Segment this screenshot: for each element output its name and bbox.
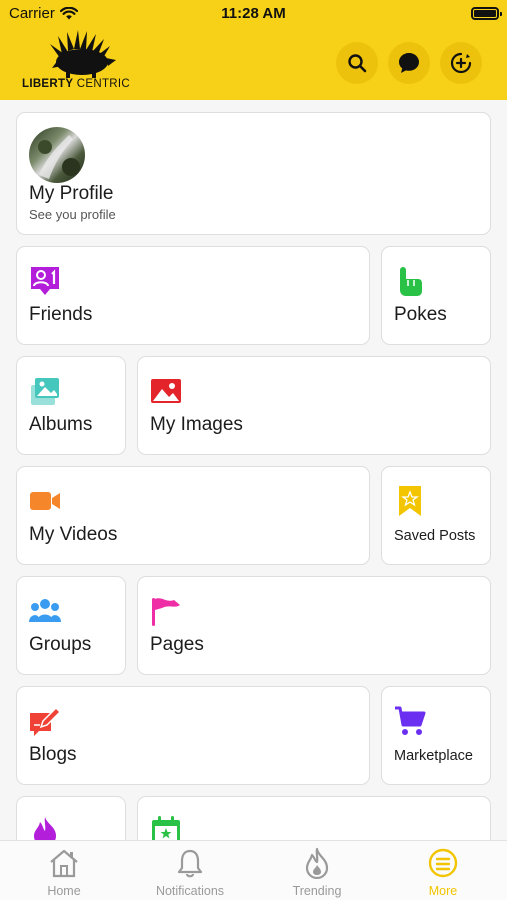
- bell-icon: [177, 849, 203, 878]
- pages-card[interactable]: Pages: [137, 576, 491, 675]
- albums-label: Albums: [29, 414, 93, 435]
- pages-label: Pages: [150, 634, 204, 655]
- my-videos-card[interactable]: My Videos: [16, 466, 370, 565]
- albums-icon: [31, 378, 59, 405]
- calendar-icon: [152, 816, 180, 840]
- search-button[interactable]: [336, 42, 378, 84]
- profile-title: My Profile: [29, 183, 114, 204]
- groups-label: Groups: [29, 634, 92, 655]
- friends-card[interactable]: Friends: [16, 246, 370, 345]
- saved-posts-card[interactable]: Saved Posts: [381, 466, 491, 565]
- tab-notifications[interactable]: Notifications: [140, 841, 240, 900]
- pokes-card[interactable]: Pokes: [381, 246, 491, 345]
- image-icon: [151, 379, 181, 403]
- liberty-centric-logo[interactable]: LIBERTY CENTRIC: [22, 30, 142, 95]
- bookmark-star-icon: [399, 486, 421, 516]
- saved-posts-label: Saved Posts: [394, 528, 476, 544]
- bottom-tab-bar: Home Notifications Trending More: [0, 840, 507, 900]
- my-images-card[interactable]: My Images: [137, 356, 491, 455]
- groups-icon: [29, 599, 61, 622]
- blogs-card[interactable]: Blogs: [16, 686, 370, 785]
- chat-button[interactable]: [388, 42, 430, 84]
- tab-notifications-label: Notifications: [155, 884, 225, 898]
- pokes-label: Pokes: [394, 304, 447, 325]
- marketplace-label: Marketplace: [394, 748, 473, 764]
- pointing-hand-icon: [400, 267, 422, 296]
- tab-trending-label: Trending: [292, 884, 342, 898]
- more-menu-icon: [428, 848, 458, 878]
- menu-card-partial-right[interactable]: [137, 796, 491, 840]
- friends-icon: [31, 267, 59, 295]
- more-menu-content[interactable]: My Profile See you profile Friends Pokes…: [0, 100, 507, 840]
- shopping-cart-icon: [395, 706, 426, 735]
- logo-text-light: CENTRIC: [76, 78, 131, 90]
- avatar: [29, 127, 85, 183]
- blog-edit-icon: [30, 706, 61, 736]
- tab-trending[interactable]: Trending: [267, 841, 367, 900]
- groups-card[interactable]: Groups: [16, 576, 126, 675]
- tab-home[interactable]: Home: [14, 841, 114, 900]
- albums-card[interactable]: Albums: [16, 356, 126, 455]
- flag-icon: [152, 598, 180, 626]
- create-button[interactable]: [440, 42, 482, 84]
- fire-icon: [34, 817, 56, 840]
- search-icon: [348, 54, 367, 73]
- profile-subtitle: See you profile: [29, 207, 116, 222]
- my-profile-card[interactable]: My Profile See you profile: [16, 112, 491, 235]
- home-icon: [50, 849, 78, 878]
- status-time: 11:28 AM: [221, 5, 286, 22]
- battery-icon: [471, 7, 502, 20]
- marketplace-card[interactable]: Marketplace: [381, 686, 491, 785]
- logo-text-bold: LIBERTY: [22, 78, 74, 90]
- porcupine-logo-icon: [50, 30, 116, 78]
- flame-icon: [305, 847, 329, 879]
- app-header: Carrier 11:28 AM LIBERTY CENTRIC: [0, 0, 507, 100]
- video-camera-icon: [30, 492, 60, 510]
- tab-home-label: Home: [47, 884, 81, 898]
- my-videos-label: My Videos: [29, 524, 118, 545]
- add-circle-icon: [450, 52, 472, 74]
- avatar-photo: [38, 135, 80, 179]
- friends-label: Friends: [29, 304, 93, 325]
- chat-icon: [399, 53, 419, 73]
- my-images-label: My Images: [150, 414, 243, 435]
- menu-card-partial-left[interactable]: [16, 796, 126, 840]
- blogs-label: Blogs: [29, 744, 77, 765]
- logo-wordmark: LIBERTY CENTRIC: [22, 78, 130, 90]
- tab-more-label: More: [428, 884, 458, 898]
- tab-more[interactable]: More: [393, 841, 493, 900]
